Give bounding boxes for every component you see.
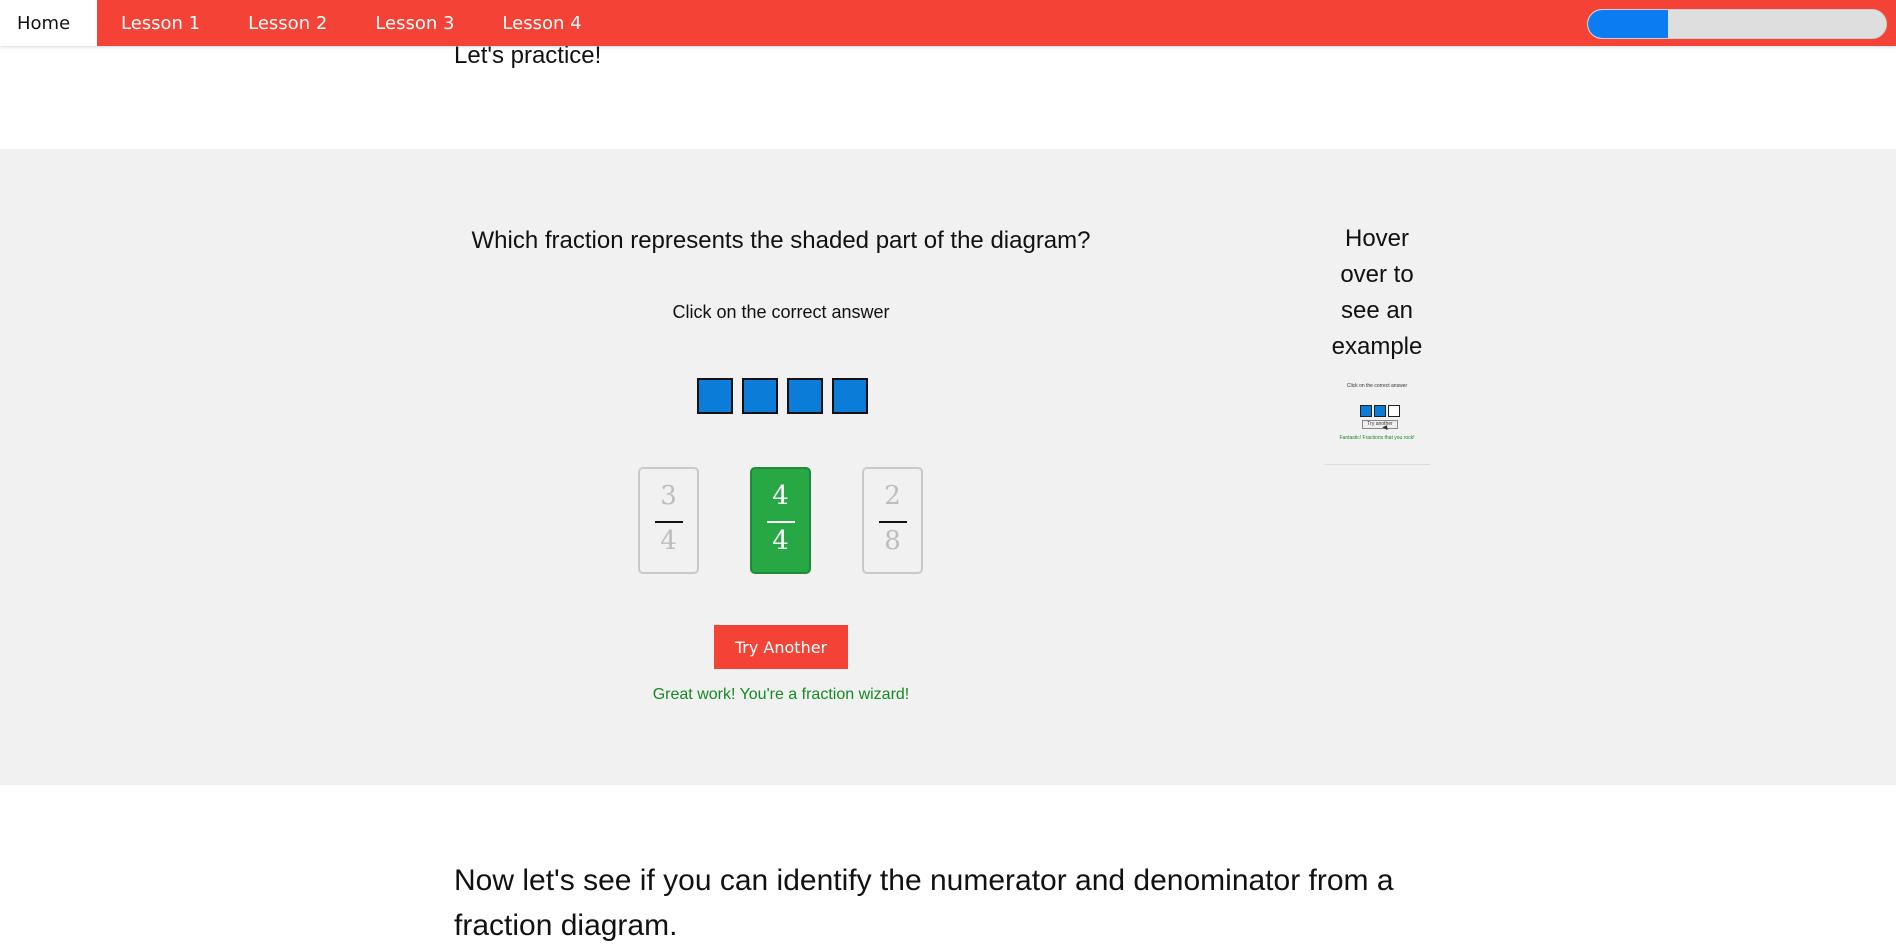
nav-lesson-2[interactable]: Lesson 2	[224, 0, 351, 46]
example-cell-empty	[1388, 405, 1400, 417]
next-section-heading: Now let's see if you can identify the nu…	[454, 864, 1394, 942]
example-preview[interactable]: Click on the correct answer Try another …	[1324, 381, 1430, 465]
denominator: 8	[884, 526, 901, 556]
fraction-bar	[879, 521, 907, 523]
answer-choice-2-8[interactable]: 2 8	[862, 467, 923, 574]
denominator: 4	[660, 526, 677, 556]
diagram-cell-shaded	[787, 378, 823, 414]
example-try-button: Try another	[1362, 420, 1398, 429]
feedback-message: Great work! You're a fraction wizard!	[652, 686, 910, 703]
numerator: 4	[772, 481, 789, 511]
denominator: 4	[772, 526, 789, 556]
example-instruction: Click on the correct answer	[1346, 383, 1408, 389]
question-text: Which fraction represents the shaded par…	[471, 227, 1091, 254]
diagram-cell-shaded	[832, 378, 868, 414]
practice-section: Which fraction represents the shaded par…	[0, 149, 1896, 785]
diagram-cell-shaded	[742, 378, 778, 414]
numerator: 3	[660, 481, 677, 511]
answer-choices: 3 4 4 4 2 8	[638, 467, 923, 574]
example-hover-title[interactable]: Hover over to see an example	[1324, 221, 1430, 365]
example-feedback: Fantastic! Fractions that you rock!	[1339, 435, 1415, 441]
answer-choice-4-4[interactable]: 4 4	[750, 467, 811, 574]
nav-lesson-3[interactable]: Lesson 3	[351, 0, 478, 46]
example-diagram	[1360, 405, 1400, 417]
intro-text: Let's practice!	[454, 42, 602, 69]
fraction-diagram	[697, 378, 868, 414]
fraction-bar	[767, 521, 795, 523]
answer-choice-3-4[interactable]: 3 4	[638, 467, 699, 574]
nav-home[interactable]: Home	[0, 0, 97, 46]
example-cell-shaded	[1374, 405, 1386, 417]
lesson-progress-bar	[1587, 9, 1887, 39]
nav-lesson-4[interactable]: Lesson 4	[478, 0, 605, 46]
nav-lesson-1[interactable]: Lesson 1	[97, 0, 224, 46]
progress-fill	[1588, 10, 1669, 38]
try-another-button[interactable]: Try Another	[714, 625, 848, 669]
instruction-text: Click on the correct answer	[672, 302, 890, 322]
top-navbar: Home Lesson 1 Lesson 2 Lesson 3 Lesson 4	[0, 0, 1896, 46]
fraction-bar	[655, 521, 683, 523]
numerator: 2	[884, 481, 901, 511]
diagram-cell-shaded	[697, 378, 733, 414]
example-cell-shaded	[1360, 405, 1372, 417]
